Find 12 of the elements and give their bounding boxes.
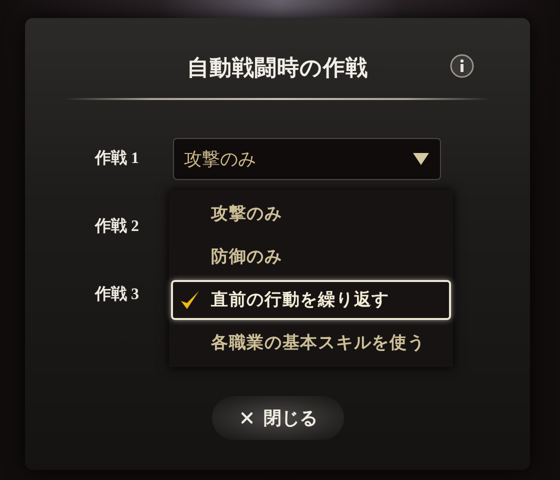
dropdown-arrow-icon bbox=[412, 152, 430, 166]
menu-option[interactable]: 各職業の基本スキルを使う bbox=[171, 323, 451, 363]
tactic-label: 作戦 1 bbox=[95, 148, 140, 169]
info-icon[interactable] bbox=[449, 53, 475, 79]
close-button[interactable]: 閉じる bbox=[212, 396, 344, 440]
menu-option[interactable]: 防御のみ bbox=[171, 237, 451, 277]
tactic-dropdown[interactable]: 攻撃のみ bbox=[173, 138, 441, 180]
tactic-label: 作戦 3 bbox=[95, 284, 140, 305]
tactic-label: 作戦 2 bbox=[95, 216, 140, 237]
menu-option[interactable]: 攻撃のみ bbox=[171, 194, 451, 234]
dialog-title: 自動戦闘時の作戦 bbox=[186, 54, 368, 82]
menu-option[interactable]: 直前の行動を繰り返す bbox=[171, 280, 451, 320]
